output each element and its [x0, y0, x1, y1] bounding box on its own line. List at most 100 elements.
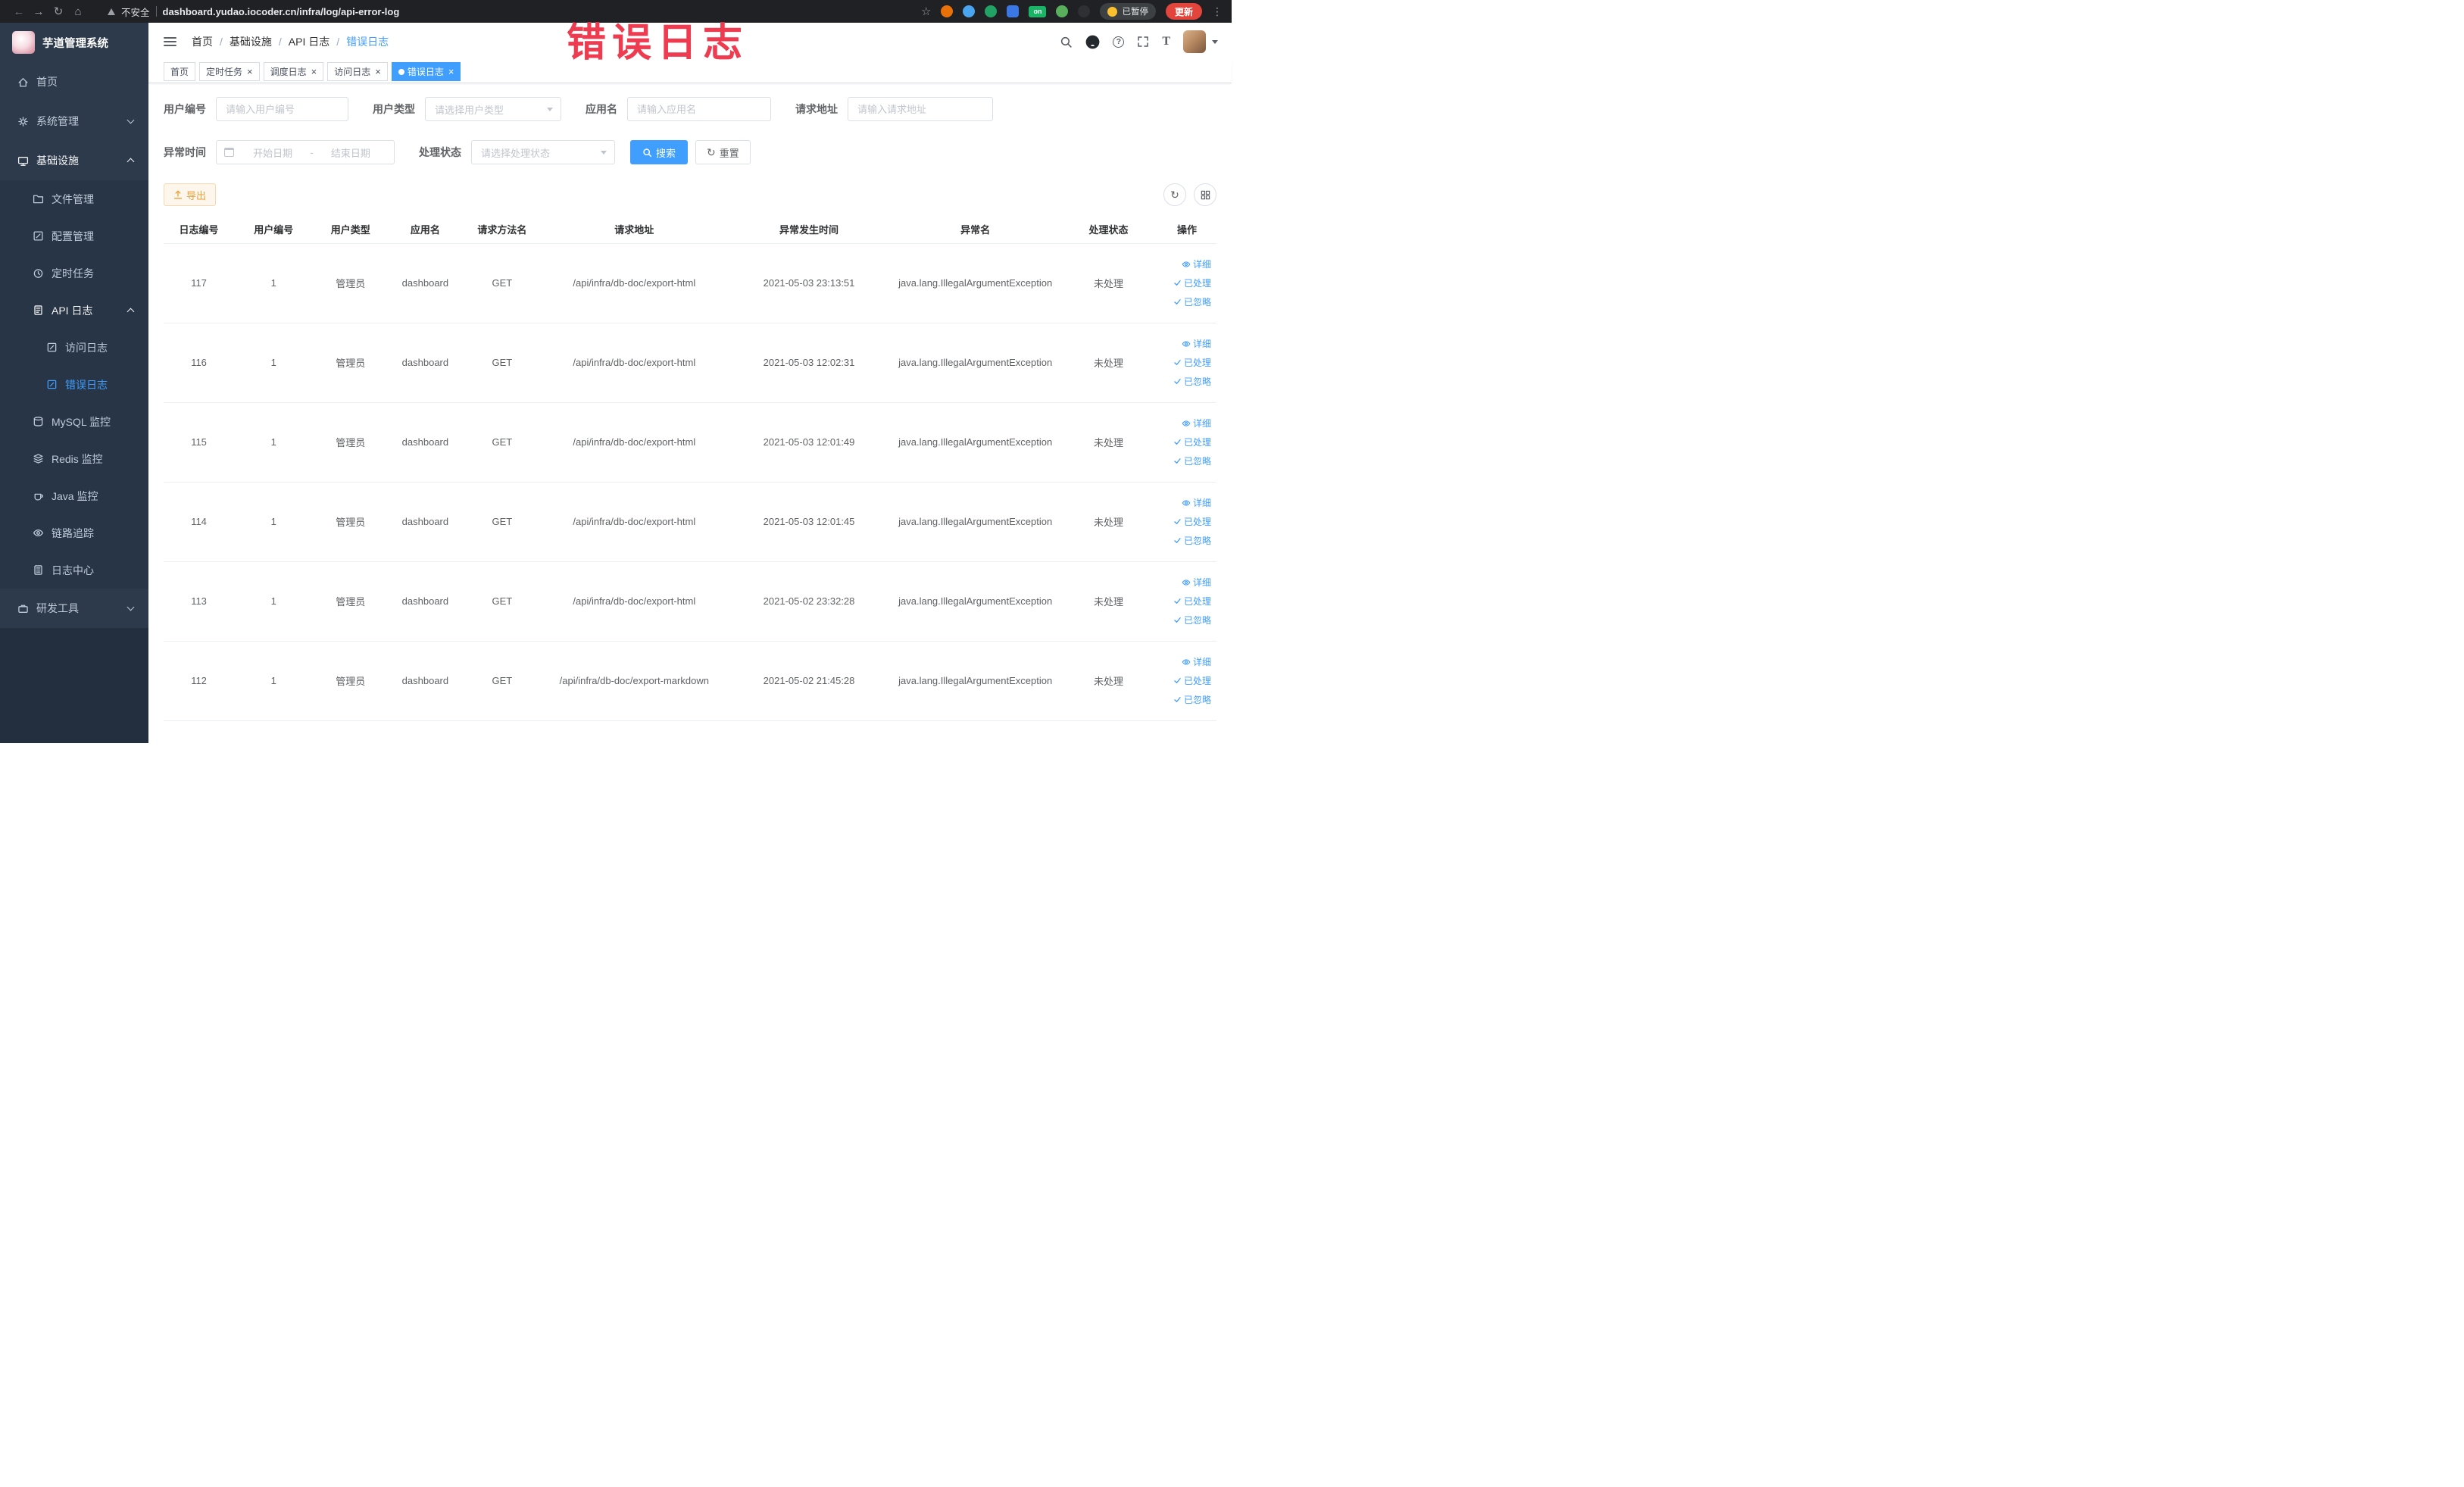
extension-icon[interactable]	[985, 5, 998, 17]
help-icon[interactable]: ?	[1113, 36, 1125, 48]
ignored-link[interactable]: 已忽略	[1173, 295, 1211, 308]
view-icon	[1182, 578, 1191, 587]
extension-on-badge[interactable]: on	[1029, 5, 1047, 17]
processed-link[interactable]: 已处理	[1173, 356, 1211, 369]
cell-url: /api/infra/db-doc/export-html	[542, 561, 727, 642]
cell-status: 未处理	[1059, 323, 1158, 403]
processed-link[interactable]: 已处理	[1173, 436, 1211, 448]
exception-time-range[interactable]: 开始日期 - 结束日期	[216, 140, 395, 164]
sidebar-item-system[interactable]: 系统管理	[0, 102, 148, 141]
column-settings-button[interactable]	[1194, 183, 1216, 206]
tab-label: 首页	[170, 67, 189, 77]
sidebar-item-redis[interactable]: Redis 监控	[0, 440, 148, 477]
detail-link[interactable]: 详细	[1182, 417, 1211, 430]
reset-button[interactable]: ↻ 重置	[695, 140, 751, 164]
detail-link[interactable]: 详细	[1182, 337, 1211, 350]
close-icon[interactable]: ×	[448, 67, 454, 77]
check-icon	[1173, 438, 1182, 446]
sidebar-item-api-log[interactable]: API 日志	[0, 292, 148, 329]
back-icon[interactable]: ←	[9, 5, 29, 18]
ignored-link[interactable]: 已忽略	[1173, 455, 1211, 467]
tab-access-log[interactable]: 访问日志 ×	[327, 62, 388, 81]
cell-exception: java.lang.IllegalArgumentException	[891, 482, 1060, 562]
processed-link[interactable]: 已处理	[1173, 276, 1211, 289]
tab-job[interactable]: 定时任务 ×	[199, 62, 260, 81]
extension-icon[interactable]	[1056, 5, 1069, 17]
search-button[interactable]: 搜索	[630, 140, 689, 164]
sidebar-item-tracer[interactable]: 链路追踪	[0, 514, 148, 551]
processed-link[interactable]: 已处理	[1173, 595, 1211, 608]
tab-home[interactable]: 首页	[164, 62, 196, 81]
user-avatar[interactable]	[1183, 30, 1206, 53]
cell-user-type: 管理员	[313, 402, 389, 483]
table-row: 113 1 管理员 dashboard GET/api/infra/db-doc/exp…	[164, 561, 1216, 642]
forward-icon[interactable]: →	[29, 5, 48, 18]
sidebar-item-infra[interactable]: 基础设施	[0, 141, 148, 180]
github-icon[interactable]	[1085, 35, 1100, 49]
sidebar-item-mysql[interactable]: MySQL 监控	[0, 403, 148, 440]
detail-link[interactable]: 详细	[1182, 576, 1211, 589]
detail-link[interactable]: 详细	[1182, 258, 1211, 270]
paused-badge[interactable]: 已暂停	[1100, 3, 1156, 20]
request-url-input[interactable]	[848, 97, 993, 121]
check-icon	[1173, 279, 1182, 287]
user-type-select[interactable]: 请选择用户类型	[425, 97, 561, 121]
address-bar[interactable]: 不安全 dashboard.yudao.iocoder.cn/infra/log…	[108, 5, 921, 19]
sidebar-item-file[interactable]: 文件管理	[0, 180, 148, 217]
chevron-down-icon	[547, 107, 553, 111]
sidebar-item-job[interactable]: 定时任务	[0, 255, 148, 292]
browser-menu-icon[interactable]: ⋮	[1212, 5, 1223, 18]
tab-job-log[interactable]: 调度日志 ×	[263, 62, 324, 81]
sidebar-item-label: 错误日志	[65, 378, 108, 391]
detail-link[interactable]: 详细	[1182, 655, 1211, 668]
cell-status: 未处理	[1059, 243, 1158, 323]
user-id-input[interactable]	[216, 97, 348, 121]
chevron-up-icon	[126, 308, 135, 315]
extension-icon[interactable]	[963, 5, 976, 17]
processed-link[interactable]: 已处理	[1173, 674, 1211, 687]
update-button[interactable]: 更新	[1165, 3, 1202, 20]
extension-icon[interactable]	[941, 5, 954, 17]
extension-icon[interactable]	[1078, 5, 1091, 17]
bookmark-star-icon[interactable]: ☆	[921, 5, 931, 18]
sidebar-item-log-center[interactable]: 日志中心	[0, 551, 148, 589]
hamburger-icon[interactable]	[162, 34, 178, 49]
detail-link[interactable]: 详细	[1182, 496, 1211, 509]
browser-home-icon[interactable]: ⌂	[68, 5, 88, 18]
refresh-button[interactable]: ↻	[1163, 183, 1186, 206]
ignored-link[interactable]: 已忽略	[1173, 375, 1211, 388]
breadcrumb-item[interactable]: 首页	[192, 34, 213, 49]
app-logo[interactable]: 芋道管理系统	[0, 23, 148, 62]
app-name-input[interactable]	[627, 97, 771, 121]
process-status-select[interactable]: 请选择处理状态	[471, 140, 615, 164]
font-size-icon[interactable]: T	[1162, 35, 1170, 48]
sidebar-item-error-log[interactable]: 错误日志	[0, 366, 148, 403]
close-icon[interactable]: ×	[375, 67, 381, 77]
sidebar-item-label: 配置管理	[52, 230, 94, 242]
export-button[interactable]: 导出	[164, 183, 217, 206]
reload-icon[interactable]: ↻	[48, 5, 68, 18]
ignored-link[interactable]: 已忽略	[1173, 693, 1211, 706]
avatar-dropdown-icon[interactable]	[1212, 39, 1218, 44]
breadcrumb-item[interactable]: API 日志	[289, 34, 329, 49]
column-header-status: 处理状态	[1059, 215, 1158, 244]
extension-icon[interactable]	[1007, 5, 1020, 17]
navbar-right: ? T	[1060, 30, 1218, 53]
ignored-link[interactable]: 已忽略	[1173, 534, 1211, 547]
close-icon[interactable]: ×	[311, 67, 317, 77]
search-icon[interactable]	[1060, 36, 1073, 48]
sidebar-item-config[interactable]: 配置管理	[0, 217, 148, 255]
sidebar-item-java[interactable]: Java 监控	[0, 477, 148, 514]
sidebar-item-home[interactable]: 首页	[0, 62, 148, 102]
tab-error-log[interactable]: 错误日志 ×	[391, 62, 461, 81]
sidebar-item-dev-tools[interactable]: 研发工具	[0, 589, 148, 628]
fullscreen-icon[interactable]	[1137, 36, 1149, 48]
breadcrumb-item[interactable]: 基础设施	[230, 34, 272, 49]
tab-label: 访问日志	[334, 67, 371, 77]
sidebar-item-label: 基础设施	[36, 155, 79, 167]
close-icon[interactable]: ×	[247, 67, 253, 77]
ignored-link[interactable]: 已忽略	[1173, 614, 1211, 626]
sidebar-item-access-log[interactable]: 访问日志	[0, 329, 148, 366]
processed-link[interactable]: 已处理	[1173, 515, 1211, 528]
calendar-icon	[224, 148, 234, 157]
